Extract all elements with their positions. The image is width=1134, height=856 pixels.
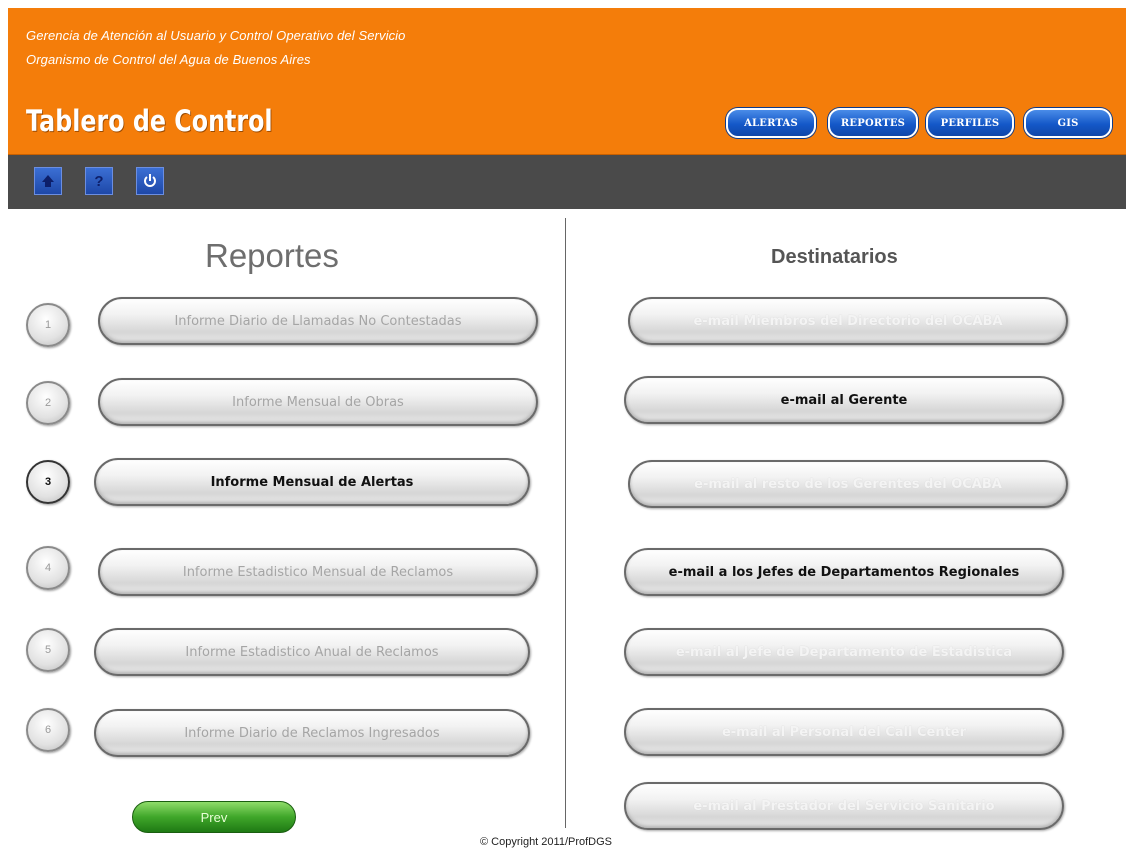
report-button-4[interactable]: Informe Estadistico Mensual de Reclamos — [98, 548, 538, 596]
recipient-button-resto-gerentes[interactable]: e-mail al resto de los Gerentes del OCAB… — [628, 460, 1068, 508]
report-number-6[interactable]: 6 — [26, 708, 70, 752]
recipient-button-directorio[interactable]: e-mail Miembros del Directorio del OCABA — [628, 297, 1068, 345]
report-number-1[interactable]: 1 — [26, 303, 70, 347]
recipient-button-jefes-regionales[interactable]: e-mail a los Jefes de Departamentos Regi… — [624, 548, 1064, 596]
org-name-line1: Gerencia de Atención al Usuario y Contro… — [26, 28, 406, 43]
report-button-3[interactable]: Informe Mensual de Alertas — [94, 458, 530, 506]
org-name-line2: Organismo de Control del Agua de Buenos … — [26, 52, 311, 67]
toolbar: ? — [8, 155, 1126, 209]
report-button-2[interactable]: Informe Mensual de Obras — [98, 378, 538, 426]
report-number-2[interactable]: 2 — [26, 381, 70, 425]
recipient-button-jefe-estadistica[interactable]: e-mail al Jefe de Departamento de Estadi… — [624, 628, 1064, 676]
report-button-6[interactable]: Informe Diario de Reclamos Ingresados — [94, 709, 530, 757]
app-header: Gerencia de Atención al Usuario y Contro… — [8, 8, 1126, 155]
home-icon-glyph — [42, 175, 54, 187]
nav-reportes-button[interactable]: REPORTES — [828, 108, 918, 138]
copyright-text: © Copyright 2011/ProfDGS — [480, 836, 613, 848]
reportes-title: Reportes — [205, 237, 339, 274]
recipient-button-prestador[interactable]: e-mail al Prestador del Servicio Sanitar… — [624, 782, 1064, 830]
column-divider — [565, 218, 566, 828]
nav-gis-button[interactable]: GIS — [1024, 108, 1112, 138]
report-button-1[interactable]: Informe Diario de Llamadas No Contestada… — [98, 297, 538, 345]
report-number-5[interactable]: 5 — [26, 628, 70, 672]
home-icon[interactable] — [34, 167, 62, 195]
power-icon[interactable] — [136, 167, 164, 195]
nav-perfiles-button[interactable]: PERFILES — [926, 108, 1014, 138]
recipient-button-call-center[interactable]: e-mail al Personal del Call Center — [624, 708, 1064, 756]
destinatarios-title: Destinatarios — [771, 246, 898, 268]
prev-button[interactable]: Prev — [132, 801, 296, 833]
help-glyph: ? — [94, 172, 104, 190]
report-number-4[interactable]: 4 — [26, 546, 70, 590]
power-icon-glyph — [144, 174, 156, 187]
recipient-button-gerente[interactable]: e-mail al Gerente — [624, 376, 1064, 424]
app-title: Tablero de Control — [26, 104, 273, 138]
report-button-5[interactable]: Informe Estadistico Anual de Reclamos — [94, 628, 530, 676]
report-number-3[interactable]: 3 — [26, 460, 70, 504]
help-icon[interactable]: ? — [85, 167, 113, 195]
nav-alertas-button[interactable]: ALERTAS — [726, 108, 816, 138]
